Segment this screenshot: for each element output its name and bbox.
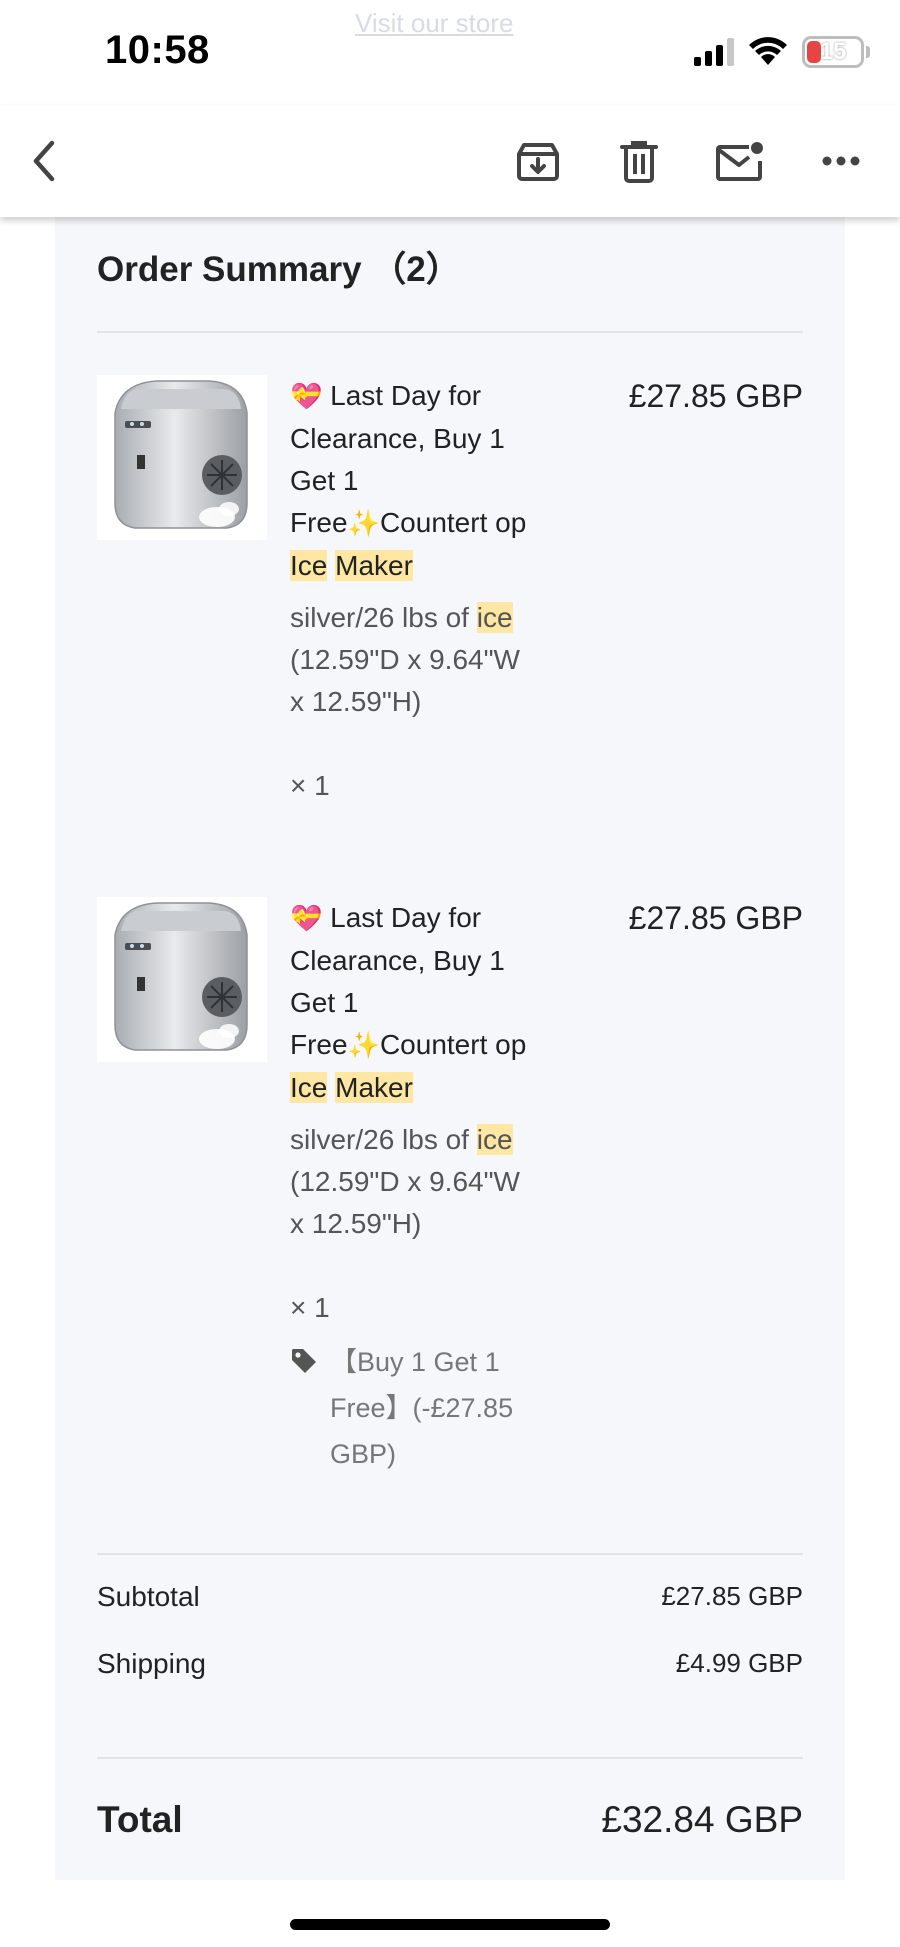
back-icon [33, 140, 55, 182]
more-icon [822, 156, 860, 166]
delete-button[interactable] [613, 135, 665, 187]
order-summary-title: Order Summary （2） [97, 250, 461, 289]
gift-heart-icon: 💝 [290, 382, 323, 412]
product-variant: silver/26 lbs of ice (12.59"D x 9.64"W x… [290, 1124, 520, 1239]
product-thumbnail[interactable] [97, 897, 267, 1062]
ice-maker-image [114, 380, 248, 529]
shipping-row: Shipping £4.99 GBP [97, 1648, 803, 1680]
status-bar: Visit our store 10:58 15 [0, 0, 900, 105]
discount-text: 【Buy 1 Get 1 Free】(-£27.85 GBP) [330, 1347, 514, 1469]
total-label: Total [97, 1799, 183, 1840]
divider [97, 1757, 803, 1759]
subtotal-label: Subtotal [97, 1581, 200, 1612]
mark-unread-icon [716, 142, 763, 181]
home-indicator[interactable] [290, 1919, 610, 1930]
product-quantity: × 1 [290, 770, 330, 801]
ghost-store-link[interactable]: Visit our store [355, 8, 513, 39]
battery-icon: 15 [802, 36, 864, 68]
product-quantity: × 1 [290, 1292, 330, 1323]
archive-icon [517, 143, 559, 181]
subtotal-value: £27.85 GBP [661, 1581, 803, 1611]
sparkles-icon: ✨ [347, 509, 380, 539]
order-summary-card: Order Summary （2） 💝 Last Day for Clearan… [55, 217, 845, 1880]
divider [97, 331, 803, 333]
product-variant: silver/26 lbs of ice (12.59"D x 9.64"W x… [290, 602, 520, 717]
status-icons: 15 [694, 34, 870, 70]
product-thumbnail[interactable] [97, 375, 267, 540]
trash-icon [620, 141, 658, 183]
total-value: £32.84 GBP [601, 1799, 803, 1840]
ice-maker-image [114, 902, 248, 1051]
gift-heart-icon: 💝 [290, 904, 323, 934]
more-options-button[interactable] [815, 135, 867, 187]
cellular-signal-icon [694, 38, 734, 66]
status-time: 10:58 [105, 28, 210, 72]
product-title[interactable]: 💝 Last Day for Clearance, Buy 1 Get 1 Fr… [290, 897, 530, 1109]
battery-level: 15 [819, 38, 847, 65]
archive-button[interactable] [512, 135, 564, 187]
mail-toolbar [0, 105, 900, 217]
order-item: 💝 Last Day for Clearance, Buy 1 Get 1 Fr… [97, 897, 803, 1469]
divider [97, 1553, 803, 1555]
sparkles-icon: ✨ [347, 1031, 380, 1061]
shipping-label: Shipping [97, 1648, 206, 1679]
product-price: £27.85 GBP [628, 900, 803, 936]
shipping-value: £4.99 GBP [675, 1648, 803, 1678]
price-tag-icon [292, 1349, 316, 1373]
back-button[interactable] [20, 135, 72, 187]
subtotal-row: Subtotal £27.85 GBP [97, 1581, 803, 1613]
total-row: Total £32.84 GBP [97, 1799, 803, 1841]
mark-unread-button[interactable] [714, 135, 766, 187]
product-price: £27.85 GBP [628, 378, 803, 414]
product-title[interactable]: 💝 Last Day for Clearance, Buy 1 Get 1 Fr… [290, 375, 530, 587]
discount-line: 【Buy 1 Get 1 Free】(-£27.85 GBP) [290, 1339, 550, 1477]
order-item: 💝 Last Day for Clearance, Buy 1 Get 1 Fr… [97, 375, 803, 875]
wifi-icon [749, 37, 787, 65]
